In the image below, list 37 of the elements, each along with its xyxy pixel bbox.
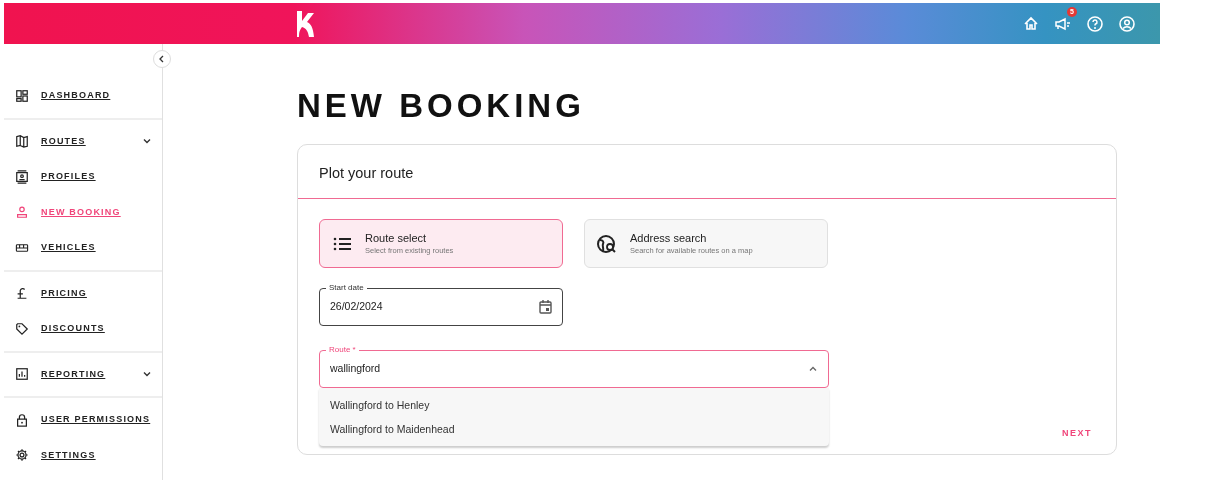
calendar-icon xyxy=(539,300,552,314)
sidebar-item[interactable]: REPORTING xyxy=(4,356,162,392)
card-title: Plot your route xyxy=(319,165,414,181)
sidebar-item[interactable]: SETTINGS xyxy=(4,437,162,473)
dropdown-option[interactable]: Wallingford to Henley xyxy=(319,393,829,417)
sidebar-item[interactable]: PROFILES xyxy=(4,159,162,195)
sidebar-item[interactable]: DISCOUNTS xyxy=(4,311,162,347)
help-icon[interactable] xyxy=(1086,14,1104,33)
bus-icon xyxy=(15,243,29,252)
profile-icon xyxy=(15,169,29,184)
collapse-button[interactable] xyxy=(153,50,171,68)
logo-icon xyxy=(296,11,314,37)
tag-icon xyxy=(15,321,29,336)
dropdown-option[interactable]: Wallingford to Maidenhead xyxy=(319,417,829,441)
lock-icon xyxy=(15,412,29,427)
chevron-left-icon xyxy=(158,55,166,63)
dashboard-icon xyxy=(15,88,29,103)
option-title: Route select xyxy=(365,230,428,245)
sidebar-item[interactable]: PRICING xyxy=(4,275,162,311)
next-button[interactable]: NEXT xyxy=(1060,424,1094,442)
pound-icon xyxy=(15,286,29,301)
globe-search-icon xyxy=(597,233,618,254)
route-input[interactable]: wallingford xyxy=(330,361,808,377)
option-title: Address search xyxy=(630,230,708,245)
page-title: NEW BOOKING xyxy=(297,86,586,126)
sidebar-item[interactable]: USER PERMISSIONS xyxy=(4,402,162,438)
gear-icon xyxy=(15,448,29,463)
map-icon xyxy=(15,134,29,149)
sidebar-item[interactable]: VEHICLES xyxy=(4,230,162,266)
date-input[interactable]: 26/02/2024 xyxy=(330,299,539,315)
sidebar-item[interactable]: NEW BOOKING xyxy=(4,194,162,230)
sidebar-item[interactable]: ROUTES xyxy=(4,123,162,159)
person-icon xyxy=(15,205,29,220)
sidebar-item[interactable]: DASHBOARD xyxy=(4,78,162,114)
account-icon[interactable] xyxy=(1118,14,1136,33)
home-icon[interactable] xyxy=(1022,14,1040,33)
chart-icon xyxy=(15,367,29,382)
